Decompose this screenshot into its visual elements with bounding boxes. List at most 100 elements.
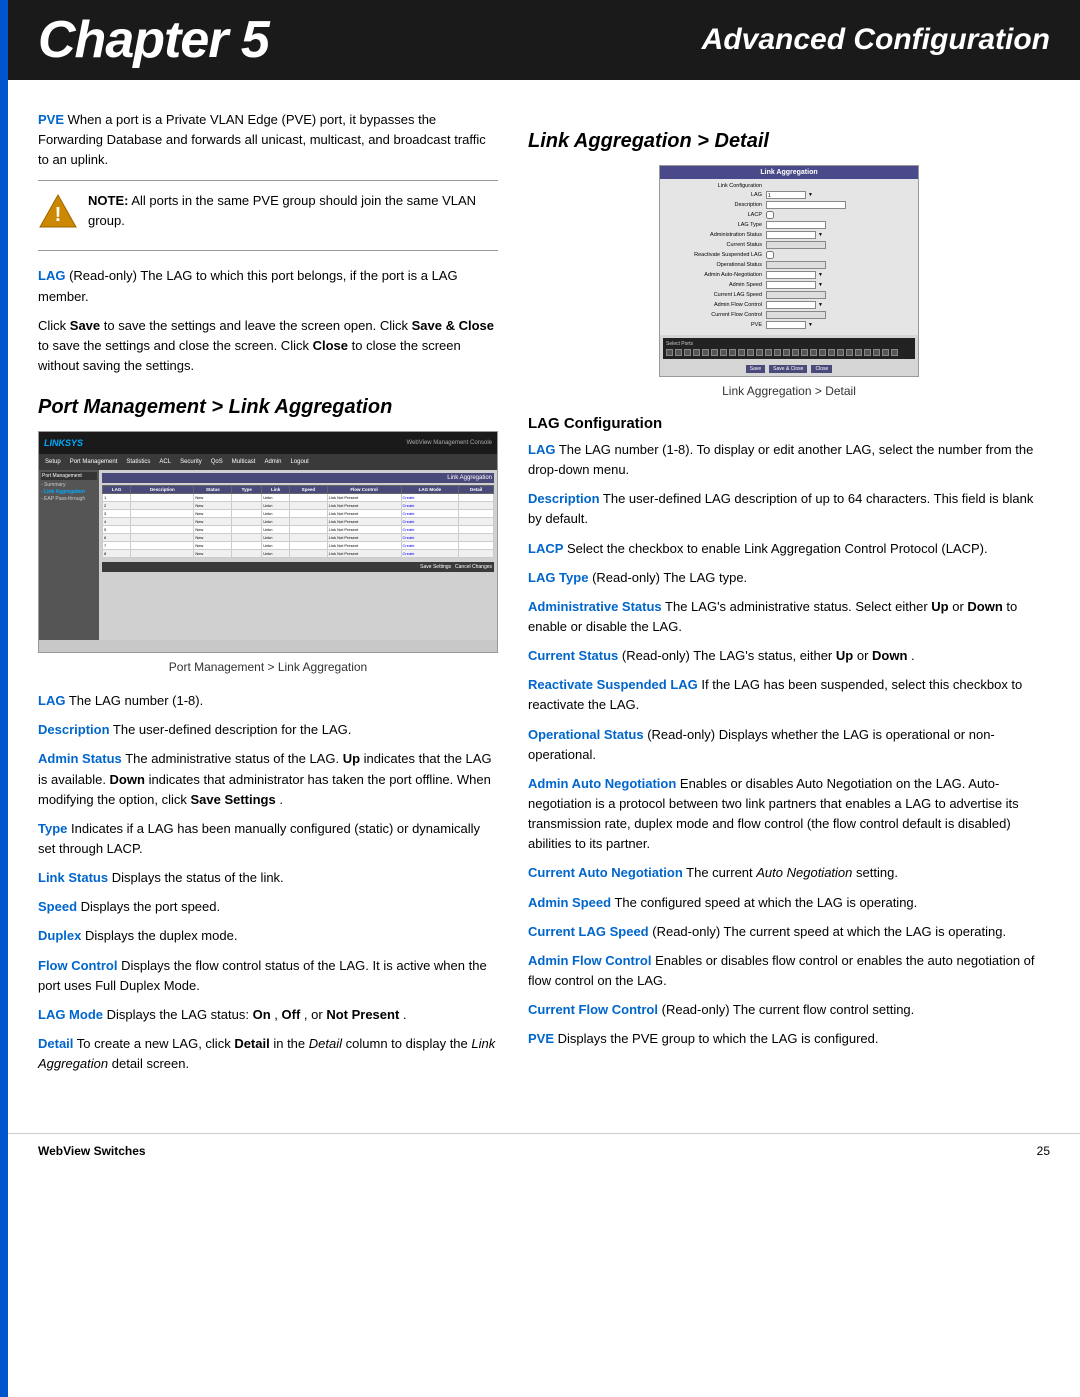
mock-sidebar-item1: - Summary [41,482,97,488]
mock-td: New [194,518,232,526]
admin-status-paragraph: Admin Status The administrative status o… [38,749,498,809]
not-present-term: Not Present [326,1007,399,1022]
mock-td: Unkn [262,518,290,526]
mock-td: 6 [103,534,131,542]
mock-port [837,349,844,356]
reactivate-term: Reactivate Suspended LAG [528,677,698,692]
mock-title-bar: Link Aggregation [102,473,494,483]
comma1: , [274,1007,281,1022]
page-header: Chapter 5 Advanced Configuration [8,0,1080,80]
flow-control-term: Flow Control [38,958,117,973]
mock-port [693,349,700,356]
save-close-label: Save & Close [412,318,494,333]
mock-field-admin-flow: Admin Flow Control ▼ [666,301,912,309]
right-pve-term: PVE [528,1031,554,1046]
current-lag-speed-term: Current LAG Speed [528,924,649,939]
mock-port [765,349,772,356]
mock-input-admin-auto [766,271,816,279]
mock-lag-dropdown: ▼ [808,192,813,198]
mock-nav-vlan: Statistics [123,458,153,466]
note-label: NOTE: [88,193,128,208]
down2-term: Down [872,648,907,663]
mock-label-reactivate: Reactivate Suspended LAG [666,252,766,258]
mock-port [882,349,889,356]
mock-sidebar: Port Management - Summary - Link Aggrega… [39,470,99,640]
lag-number-term: LAG [38,693,65,708]
mock-port [810,349,817,356]
mock-nav-setup: Setup [42,458,64,466]
mock-nav-multicast: Multicast [229,458,259,466]
mock-input-current-flow [766,311,826,319]
mock-nav-logout: Logout [287,458,311,466]
up-right-term: Up [931,599,948,614]
detail-term-blue: Detail [38,1036,73,1051]
mock-checkbox-reactivate[interactable] [766,251,774,259]
detail-text: To create a new LAG, click [77,1036,235,1051]
mock-td [232,494,262,502]
mock-save-button[interactable]: Save [746,365,765,373]
auto-neg-italic: Auto Negotiation [756,865,852,880]
description-paragraph: Description The user-defined description… [38,720,498,740]
mock-field-current-status: Current Status [666,241,912,249]
mock-field-pve: PVE ▼ [666,321,912,329]
link-agg-caption: Link Aggregation > Detail [528,382,1050,400]
mock-td: Link Not Present [327,502,401,510]
mock-main-area: Link Aggregation LAG Description Status … [99,470,497,640]
mock-row-4: 4NewUnknLink Not PresentCreate [103,518,494,526]
link-agg-detail-screenshot: Link Aggregation Link Configuration LAG … [659,165,919,377]
mock-row-5: 5NewUnknLink Not PresentCreate [103,526,494,534]
note-text: NOTE: All ports in the same PVE group sh… [88,191,498,230]
mock-cancel-btn: Cancel Changes [455,564,492,570]
mock-td: Link Not Present [327,494,401,502]
mock-right-title: Link Aggregation [660,166,918,179]
mock-close-button[interactable]: Close [811,365,832,373]
pve-text: When a port is a Private VLAN Edge (PVE)… [38,112,486,167]
mock-field-lag-config: Link Configuration [666,183,912,189]
mock-save-close-button[interactable]: Save & Close [769,365,807,373]
mock-td: Create [401,518,459,526]
link-status-paragraph: Link Status Displays the status of the l… [38,868,498,888]
current-status-paragraph: Current Status (Read-only) The LAG's sta… [528,646,1050,666]
current-status-term: Current Status [528,648,618,663]
admin-auto-paragraph: Admin Auto Negotiation Enables or disabl… [528,774,1050,855]
pve-paragraph: PVE When a port is a Private VLAN Edge (… [38,110,498,170]
mock-row-1: 1NewUnknLink Not PresentCreate [103,494,494,502]
mock-td: Create [401,494,459,502]
mock-port [819,349,826,356]
speed-text: Displays the port speed. [81,899,220,914]
mock-port [855,349,862,356]
mock-td: Create [401,534,459,542]
mock-td [131,494,194,502]
mock-td [290,550,327,558]
mock-label-admin-auto: Admin Auto-Negotiation [666,272,766,278]
mock-port [720,349,727,356]
mock-port [711,349,718,356]
admin-flow-term: Admin Flow Control [528,953,651,968]
lag-term: LAG [38,268,65,283]
mock-td: Unkn [262,494,290,502]
type-paragraph: Type Indicates if a LAG has been manuall… [38,819,498,859]
mock-td [232,526,262,534]
save-settings-term: Save Settings [190,792,275,807]
mock-td: 1 [103,494,131,502]
mock-nav: Setup Port Management Statistics ACL Sec… [39,454,497,470]
up2-term: Up [836,648,853,663]
mock-port [864,349,871,356]
mock-th-link: Link [262,486,290,494]
mock-logo: LINKSYS [44,438,83,448]
mock-td: Create [401,550,459,558]
mock-td [131,510,194,518]
mock-row-2: 2NewUnknLink Not PresentCreate [103,502,494,510]
mock-td: Link Not Present [327,542,401,550]
mock-td: Create [401,502,459,510]
mock-label-current-flow: Current Flow Control [666,312,766,318]
lag-text: (Read-only) The LAG to which this port b… [38,268,458,303]
save-instructions: Click Save to save the settings and leav… [38,316,498,376]
mock-td: Unkn [262,526,290,534]
port-mgmt-screenshot: LINKSYS WebView Management Console Setup… [38,431,498,653]
lag-mode-term: LAG Mode [38,1007,103,1022]
mock-checkbox-lacp[interactable] [766,211,774,219]
mock-port [873,349,880,356]
mock-input-lag-type [766,221,826,229]
mock-save-btn: Save Settings [420,564,451,570]
